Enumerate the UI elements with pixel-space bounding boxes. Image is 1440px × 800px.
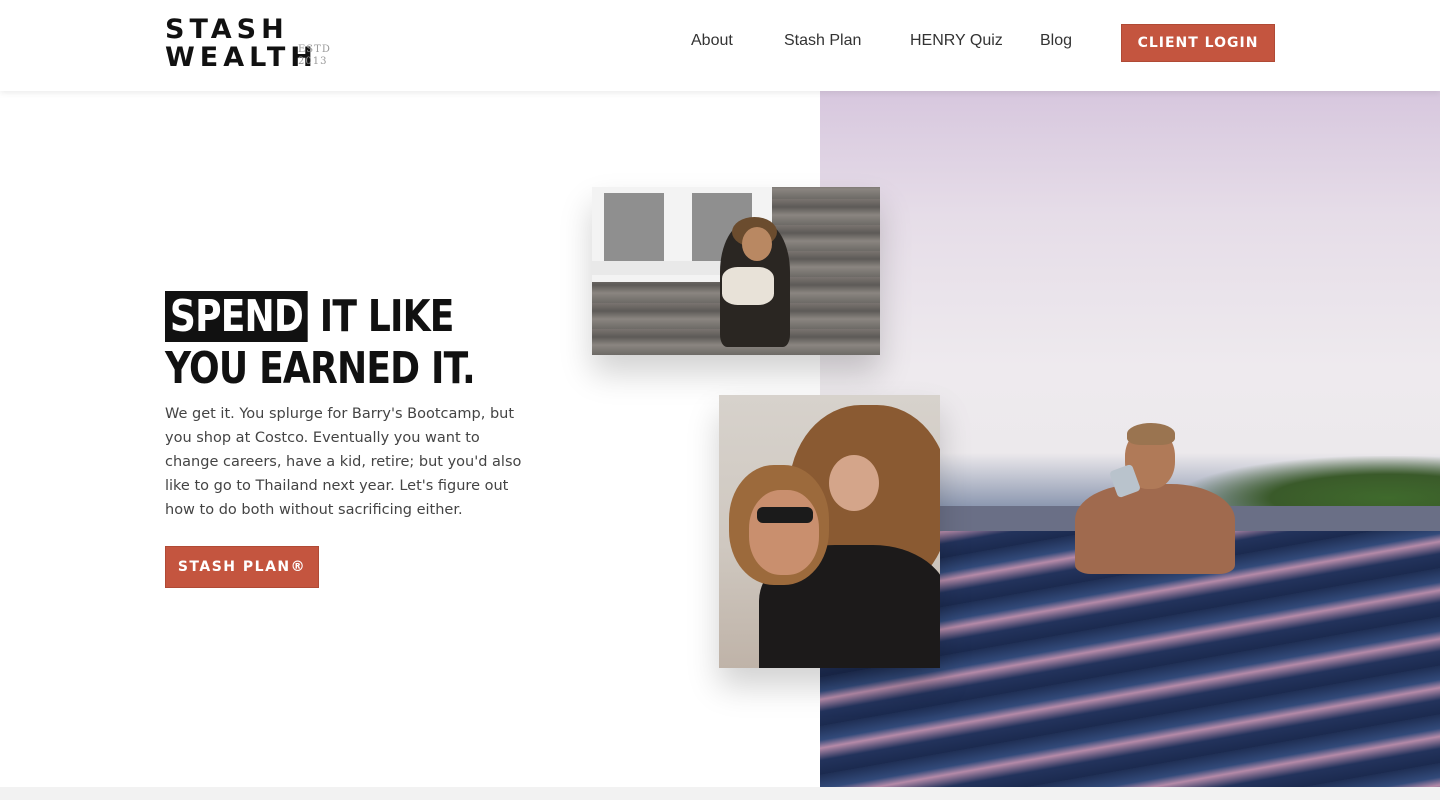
logo-line-stash: STASH	[165, 14, 289, 45]
hero-body-copy: We get it. You splurge for Barry's Bootc…	[165, 406, 522, 518]
photo-man-body	[1075, 484, 1235, 574]
photo-couple	[719, 395, 940, 668]
client-login-button[interactable]: CLIENT LOGIN	[1121, 24, 1275, 62]
photo2-man-face	[749, 490, 819, 575]
headline-line2: YOU EARNED IT.	[165, 343, 476, 394]
photo-man-drinking	[1045, 423, 1245, 589]
logo-estd: ESTD 2013	[298, 44, 331, 68]
photo-mother-child	[592, 187, 880, 355]
hero-headline: SPEND IT LIKE YOU EARNED IT.	[165, 291, 476, 395]
headline-line1-rest: IT LIKE	[319, 291, 455, 342]
headline-highlight: SPEND	[165, 291, 308, 342]
photo2-woman-face	[829, 455, 879, 511]
photo-man-hair	[1127, 423, 1175, 445]
stash-plan-button[interactable]: STASH PLAN®	[165, 546, 319, 588]
logo-line-wealth: WEALTH	[165, 42, 318, 73]
logo-estd-label: ESTD	[298, 44, 331, 55]
stash-wealth-logo[interactable]: STASH WEALTH ESTD 2013	[165, 14, 335, 74]
site-header: STASH WEALTH ESTD 2013 About Stash Plan …	[0, 0, 1440, 91]
photo1-sweater	[722, 267, 774, 305]
photo2-sunglasses	[757, 507, 813, 523]
nav-about[interactable]: About	[691, 32, 733, 50]
logo-estd-year: 2013	[298, 56, 328, 67]
photo1-pane-left	[604, 193, 664, 261]
photo1-face	[742, 227, 772, 261]
nav-blog[interactable]: Blog	[1040, 32, 1072, 50]
nav-stash-plan[interactable]: Stash Plan	[784, 32, 861, 50]
next-section-edge	[0, 787, 1440, 800]
nav-henry-quiz[interactable]: HENRY Quiz	[910, 32, 1003, 50]
